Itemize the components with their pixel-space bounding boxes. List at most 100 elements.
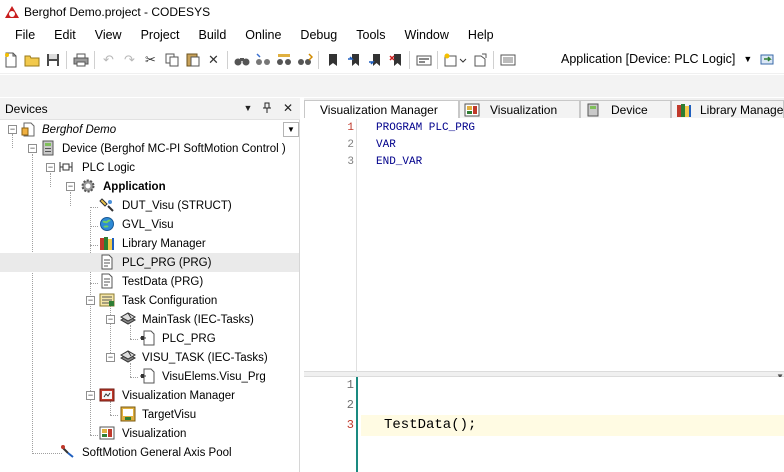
tree-item-dut-visu[interactable]: DUT_Visu (STRUCT) (0, 196, 299, 215)
menu-window[interactable]: Window (404, 28, 448, 42)
tree-item-plc-prg[interactable]: PLC_PRG (PRG) (0, 253, 299, 272)
toolbar-band (0, 75, 784, 97)
menu-tools[interactable]: Tools (356, 28, 385, 42)
undo-icon[interactable]: ↶ (98, 50, 119, 70)
code-line[interactable]: VAR (376, 139, 396, 151)
save-icon[interactable] (42, 50, 63, 70)
tree-item-testdata[interactable]: TestData (PRG) (0, 272, 299, 291)
code-line[interactable]: TestData(); (384, 417, 476, 433)
replace-icon[interactable] (294, 50, 315, 70)
tab-label: Library Manager (700, 102, 784, 117)
tab-device[interactable]: Device (580, 100, 671, 118)
pin-icon[interactable] (260, 101, 274, 115)
collapse-icon[interactable]: − (86, 296, 95, 305)
tree-item-label: PLC Logic (82, 161, 136, 174)
tree-item-maintask-plc-prg[interactable]: PLC_PRG (0, 329, 299, 348)
visualization-icon (99, 425, 115, 441)
add-object-icon[interactable] (441, 50, 469, 70)
tab-visualization[interactable]: Visualization (459, 100, 580, 118)
implementation-editor[interactable]: 1 2 3 TestData(); (304, 377, 784, 472)
menu-build[interactable]: Build (198, 28, 226, 42)
tree-item-device[interactable]: − Device (Berghof MC-PI SoftMotion Contr… (0, 139, 299, 158)
prev-bookmark-icon[interactable] (364, 50, 385, 70)
program-call-icon (139, 330, 155, 346)
paste-icon[interactable] (182, 50, 203, 70)
close-icon[interactable]: ✕ (281, 101, 295, 115)
declaration-editor[interactable]: 1 2 3 PROGRAM PLC_PRG VAR END_VAR (304, 119, 784, 371)
collapse-icon[interactable]: − (106, 315, 115, 324)
tree-item-visu-task[interactable]: − VISU_TASK (IEC-Tasks) (0, 348, 299, 367)
menu-file[interactable]: File (15, 28, 35, 42)
bookmark-icon[interactable] (322, 50, 343, 70)
build-icon[interactable] (413, 50, 434, 70)
copy-icon[interactable] (161, 50, 182, 70)
online-login-icon[interactable] (756, 49, 777, 69)
collapse-icon[interactable]: − (66, 182, 75, 191)
redo-icon[interactable]: ↷ (119, 50, 140, 70)
plc-logic-icon (58, 159, 74, 175)
tab-library-manager[interactable]: Library Manager (671, 100, 784, 118)
collapse-icon[interactable]: − (28, 144, 37, 153)
devices-panel: Devices ▼ ✕ ▼ − Berghof Demo − Device (B… (0, 98, 300, 472)
delete-icon[interactable]: ✕ (203, 50, 224, 70)
tree-item-visualization-manager[interactable]: − Visualization Manager (0, 386, 299, 405)
tree-item-label: Library Manager (122, 237, 206, 250)
tab-visualization-manager[interactable]: Visualization Manager (304, 100, 459, 118)
tree-item-library-manager[interactable]: Library Manager (0, 234, 299, 253)
toolbar-separator (66, 50, 67, 69)
tree-item-label: GVL_Visu (122, 218, 174, 231)
cut-icon[interactable]: ✂ (140, 50, 161, 70)
menu-help[interactable]: Help (468, 28, 494, 42)
collapse-icon[interactable]: − (46, 163, 55, 172)
tab-label: Visualization Manager (320, 102, 438, 117)
toolbar-separator (437, 50, 438, 69)
tree-item-visualization[interactable]: Visualization (0, 424, 299, 443)
tree-item-task-configuration[interactable]: − Task Configuration (0, 291, 299, 310)
tree-item-plc-logic[interactable]: − PLC Logic (0, 158, 299, 177)
menu-edit[interactable]: Edit (54, 28, 76, 42)
tree-item-maintask[interactable]: − MainTask (IEC-Tasks) (0, 310, 299, 329)
tree-item-targetvisu[interactable]: TargetVisu (0, 405, 299, 424)
menu-view[interactable]: View (95, 28, 122, 42)
collapse-icon[interactable]: − (106, 353, 115, 362)
open-folder-icon[interactable] (21, 50, 42, 70)
menu-bar: File Edit View Project Build Online Debu… (0, 24, 784, 45)
devices-panel-title: Devices (5, 101, 48, 116)
print-icon[interactable] (70, 50, 91, 70)
menu-project[interactable]: Project (141, 28, 180, 42)
tree-item-label: TargetVisu (142, 408, 197, 421)
toolbar-separator (94, 50, 95, 69)
codesys-app-icon (5, 5, 19, 19)
tree-item-softmotion-axis-pool[interactable]: SoftMotion General Axis Pool (0, 443, 299, 462)
tree-item-berghof-demo[interactable]: − Berghof Demo (0, 120, 299, 139)
collapse-icon[interactable]: − (8, 125, 17, 134)
tree-item-label: VISU_TASK (IEC-Tasks) (142, 351, 268, 364)
device-config-icon[interactable] (497, 50, 518, 70)
tree-item-gvl-visu[interactable]: GVL_Visu (0, 215, 299, 234)
menu-debug[interactable]: Debug (300, 28, 337, 42)
collapse-icon[interactable]: − (86, 391, 95, 400)
find-next-icon[interactable] (252, 50, 273, 70)
device-icon (40, 140, 56, 156)
find-icon[interactable] (231, 50, 252, 70)
next-bookmark-icon[interactable] (343, 50, 364, 70)
program-pou-icon (99, 254, 115, 270)
panel-dropdown-icon[interactable]: ▼ (241, 101, 255, 115)
add-folder-icon[interactable] (469, 50, 490, 70)
implementation-line-numbers: 1 2 3 (304, 377, 358, 472)
toolbar-separator (493, 50, 494, 69)
code-line[interactable]: END_VAR (376, 156, 422, 168)
tree-item-application[interactable]: − Application (0, 177, 299, 196)
new-project-icon[interactable] (0, 50, 21, 70)
tree-item-label: DUT_Visu (STRUCT) (122, 199, 232, 212)
menu-online[interactable]: Online (245, 28, 281, 42)
program-call-icon (139, 368, 155, 384)
find-in-project-icon[interactable] (273, 50, 294, 70)
clear-bookmarks-icon[interactable] (385, 50, 406, 70)
tree-item-visuelems-visu-prg[interactable]: VisuElems.Visu_Prg (0, 367, 299, 386)
task-icon (120, 349, 136, 365)
code-line[interactable]: PROGRAM PLC_PRG (376, 122, 475, 134)
active-application-select[interactable]: Application [Device: PLC Logic] ▼ (561, 49, 752, 69)
toolbar-separator (227, 50, 228, 69)
library-manager-icon (99, 235, 115, 251)
